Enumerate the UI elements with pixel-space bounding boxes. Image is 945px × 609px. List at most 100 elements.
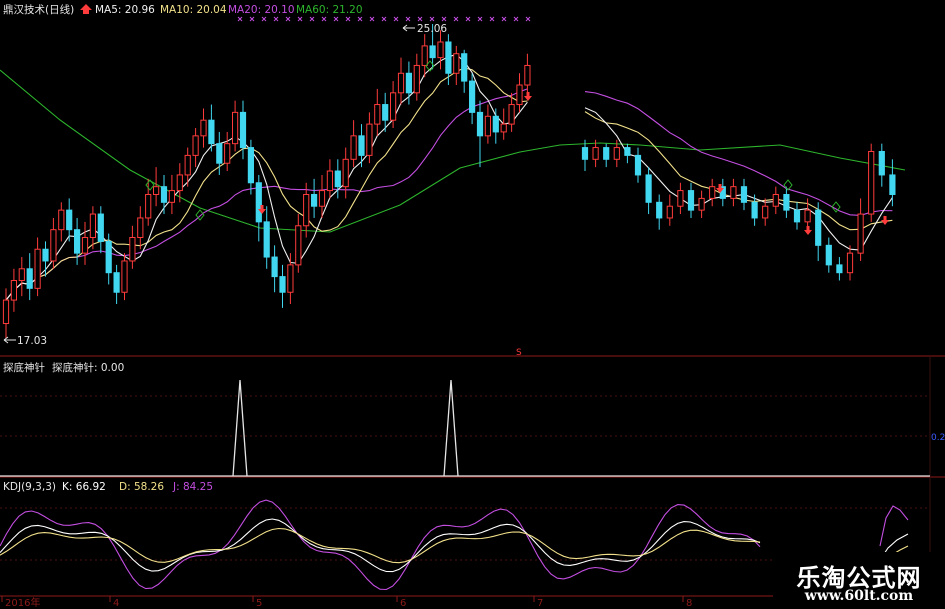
candle [868,143,875,222]
candle-body [500,123,507,133]
x-axis-label: 6 [400,598,406,609]
kdj-k-label: K: 66.92 [62,481,106,493]
candle-body [772,193,779,207]
candle-body [656,201,663,219]
candle-body [342,158,349,188]
candle-body [397,72,405,94]
candle-body [868,150,875,215]
candle-body [263,221,270,258]
watermark-url: www.60lt.com [804,588,914,604]
candle-body [390,92,397,121]
low-price-label: 17.03 [17,335,47,347]
candle-body [358,135,365,156]
candle-body [815,209,822,246]
candle-body [783,193,790,211]
candle-body [287,264,294,293]
candle-body [81,237,89,254]
x-axis-label: 5 [256,598,262,609]
candle-body [137,217,144,239]
indicator-scale-label: 0.2 [931,433,945,443]
candle-body [461,53,468,82]
candle-body [113,272,120,293]
candle-body [382,104,389,121]
candle-body [58,209,65,231]
candle-body [405,72,412,94]
candle-body [66,209,73,231]
candle-body [437,41,444,59]
candle-body [453,53,460,74]
candle-body [730,186,737,199]
candle-body [687,190,695,211]
candle-body [129,237,136,262]
candle-body [709,186,716,199]
candle-body [603,147,610,160]
candle-body [303,193,310,227]
candle-body [279,276,286,293]
candle-body [508,104,515,125]
candle-body [740,186,748,203]
kdj-title: KDJ(9,3,3) [3,481,56,493]
indicator-value-label: 探底神针: 0.00 [52,361,124,374]
x-axis-label: 4 [113,598,119,609]
x-axis-label: 7 [537,598,543,609]
candle-body [645,174,652,203]
watermark: 乐淘公式网 www.60lt.com [773,552,945,609]
candle-body [613,147,620,160]
candle-body [97,213,104,242]
candle-body [121,260,128,293]
candle-body [666,205,673,219]
candle-body [445,41,452,74]
candle-body [224,143,231,164]
candle-body [232,111,239,145]
period-marker: S [516,348,522,358]
candle-body [592,147,599,160]
candle-body [698,197,705,211]
candle-body [2,299,10,325]
candle-body [168,190,176,203]
candle-body [74,229,81,254]
candle-body [239,111,247,149]
candle-body [311,193,318,207]
kdj-j-label: J: 84.25 [172,481,213,493]
candle-body [429,45,436,59]
high-price-label: 25.06 [417,23,447,35]
main-title: 鼎汉技术(日线) [3,3,74,16]
candle-body [200,119,207,137]
candle-body [34,248,41,289]
candle-body [374,104,381,125]
candle-body [857,213,864,254]
ma20-label: MA20: 20.10 [228,4,295,16]
candle-body [624,147,631,156]
candle-body [516,84,523,106]
kdj-d-label: D: 58.26 [119,481,164,493]
ma60-label: MA60: 21.20 [296,4,363,16]
candle-body [216,143,223,164]
candle-body [42,248,49,262]
candle-body [255,182,262,223]
candle-body [295,225,302,266]
indicator-title: 探底神针 [3,361,45,374]
ma5-label: MA5: 20.96 [95,4,155,16]
candle-body [160,186,168,203]
candle-body [793,209,801,223]
candle-body [26,268,33,289]
candle-body [762,205,769,219]
candle-body [176,174,183,192]
candle-body [247,147,255,184]
candle-body [804,209,811,223]
candle-body [50,229,57,262]
candle-body [350,135,357,160]
candle-body [825,244,832,266]
candle-body [836,264,843,274]
candle-body [192,135,199,156]
candle-body [89,213,97,239]
candle-body [413,64,420,94]
x-axis-label: 8 [686,598,692,609]
x-axis-label: 2016年 [5,596,40,609]
candle-body [105,240,112,274]
candle-body [846,252,854,274]
candle-body [476,111,484,137]
candle-body [326,170,333,192]
candle-body [145,193,152,219]
candle-body [889,174,896,195]
